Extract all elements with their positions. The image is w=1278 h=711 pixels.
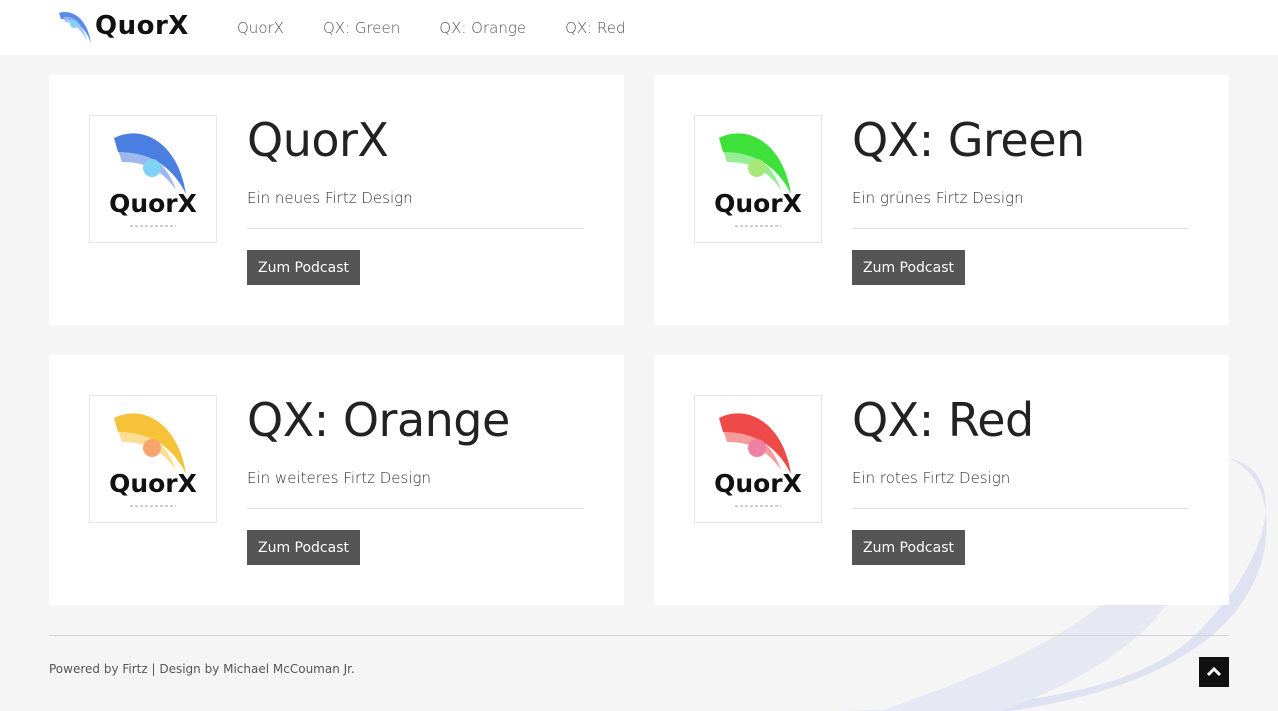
card-subtitle: Ein neues Firtz Design: [247, 189, 413, 207]
zum-podcast-button[interactable]: Zum Podcast: [247, 530, 360, 565]
card-subtitle: Ein rotes Firtz Design: [852, 469, 1011, 487]
zum-podcast-button[interactable]: Zum Podcast: [852, 250, 965, 285]
card-title: QX: Red: [852, 393, 1034, 447]
nav-link-orange[interactable]: QX: Orange: [439, 19, 526, 37]
podcast-card-green: QuorX QX: Green Ein grünes Firtz Design …: [654, 75, 1229, 325]
podcast-cover-image[interactable]: QuorX: [89, 395, 217, 523]
card-divider: [247, 508, 584, 509]
site-logo[interactable]: QuorX: [57, 7, 189, 45]
top-navbar: QuorX QuorX QX: Green QX: Orange QX: Red: [0, 0, 1278, 55]
card-title: QuorX: [247, 113, 389, 167]
podcast-cover-image[interactable]: QuorX: [694, 115, 822, 243]
card-divider: [852, 228, 1189, 229]
card-subtitle: Ein weiteres Firtz Design: [247, 469, 432, 487]
cover-logo-text: QuorX: [109, 189, 197, 218]
nav-link-green[interactable]: QX: Green: [323, 19, 400, 37]
back-to-top-button[interactable]: [1199, 657, 1229, 687]
cover-logo-text: QuorX: [109, 469, 197, 498]
card-title: QX: Green: [852, 113, 1085, 167]
zum-podcast-button[interactable]: Zum Podcast: [852, 530, 965, 565]
cover-logo-text: QuorX: [714, 189, 802, 218]
footer-divider: [49, 635, 1229, 636]
podcast-card-orange: QuorX QX: Orange Ein weiteres Firtz Desi…: [49, 355, 624, 605]
cover-logo-graphic: QuorX: [109, 133, 197, 227]
podcast-card-red: QuorX QX: Red Ein rotes Firtz Design Zum…: [654, 355, 1229, 605]
zum-podcast-button[interactable]: Zum Podcast: [247, 250, 360, 285]
main-nav: QuorX QX: Green QX: Orange QX: Red: [237, 0, 665, 55]
nav-link-quorx[interactable]: QuorX: [237, 19, 284, 37]
quorx-swoosh-icon: [59, 12, 91, 44]
podcast-card-quorx: QuorX QuorX Ein neues Firtz Design Zum P…: [49, 75, 624, 325]
logo-text: QuorX: [95, 11, 189, 41]
card-title: QX: Orange: [247, 393, 510, 447]
card-divider: [247, 228, 584, 229]
cover-logo-graphic: QuorX: [109, 413, 197, 507]
chevron-up-icon: [1207, 667, 1221, 677]
card-subtitle: Ein grünes Firtz Design: [852, 189, 1024, 207]
footer-credits: Powered by Firtz | Design by Michael McC…: [49, 662, 355, 676]
card-divider: [852, 508, 1189, 509]
nav-link-red[interactable]: QX: Red: [565, 19, 625, 37]
cover-logo-text: QuorX: [714, 469, 802, 498]
cover-logo-graphic: QuorX: [714, 133, 802, 227]
cover-logo-graphic: QuorX: [714, 413, 802, 507]
podcast-cover-image[interactable]: QuorX: [89, 115, 217, 243]
podcast-cover-image[interactable]: QuorX: [694, 395, 822, 523]
